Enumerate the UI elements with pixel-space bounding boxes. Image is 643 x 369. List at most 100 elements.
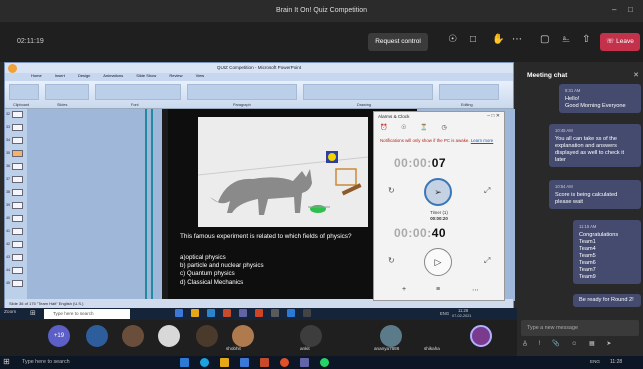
app-icon[interactable] <box>180 358 189 367</box>
chat-compose-input[interactable]: Type a new message <box>521 320 639 336</box>
format-icon[interactable]: A̲ <box>523 341 527 347</box>
message-line: Team4 <box>579 246 596 252</box>
paragraph-tools[interactable] <box>187 84 297 100</box>
app-icon[interactable] <box>280 358 289 367</box>
participant-avatar[interactable] <box>232 325 254 347</box>
app-icon[interactable] <box>300 358 309 367</box>
tab-design[interactable]: Design <box>78 73 90 78</box>
share-screen-icon[interactable]: ⇧ <box>582 34 590 45</box>
participant-avatar[interactable] <box>122 325 144 347</box>
participant-avatar[interactable] <box>196 325 218 347</box>
participants-icon[interactable]: ☉ <box>448 34 457 45</box>
play-button[interactable]: ▷ <box>424 248 452 276</box>
attach-icon[interactable]: 📎 <box>552 341 559 347</box>
slide-thumbnail[interactable] <box>12 202 23 209</box>
request-control-button[interactable]: Request control <box>368 33 428 51</box>
send-icon[interactable]: ➤ <box>606 341 611 347</box>
thumb-number: 36 <box>6 164 10 168</box>
tab-insert[interactable]: Insert <box>55 73 65 78</box>
option-d: d) Classical Mechanics <box>180 278 244 286</box>
app-icon[interactable] <box>220 358 229 367</box>
slide-thumbnail-selected[interactable] <box>12 150 23 157</box>
learn-more-link[interactable]: Learn more <box>471 138 493 143</box>
participant-avatar[interactable] <box>86 325 108 347</box>
windows-taskbar: ⊞ Type here to search ENG 11:28 <box>0 356 643 369</box>
slide-thumbnail[interactable] <box>12 267 23 274</box>
leave-button[interactable]: ☏ Leave <box>600 33 640 51</box>
drawing-tools[interactable] <box>303 84 433 100</box>
slide-thumbnail[interactable] <box>12 254 23 261</box>
slide-thumbnail[interactable] <box>12 241 23 248</box>
app-icon <box>303 309 311 317</box>
clipboard-tools[interactable] <box>9 84 39 100</box>
slides-tools[interactable] <box>45 84 89 100</box>
participant-avatar-speaking[interactable] <box>470 325 492 347</box>
expand-icon[interactable]: ⤢ <box>484 256 490 266</box>
tab-view[interactable]: View <box>196 73 205 78</box>
maximize-button[interactable]: □ <box>628 5 633 14</box>
chat-message: Be ready for Round 2! <box>573 294 641 307</box>
chat-icon[interactable]: □ <box>470 34 476 45</box>
app-icon[interactable] <box>260 358 269 367</box>
compose-toolbar: A̲ ! 📎 ☺ ▦ ➤ <box>523 340 621 347</box>
meeting-chat-panel: Meeting chat ✕ 8:31 AM Hello! Good Morni… <box>517 62 643 356</box>
participant-avatar[interactable] <box>300 325 322 347</box>
presenter-search-text: Type here to search <box>53 311 94 316</box>
participant-avatar[interactable] <box>380 325 402 347</box>
participant-avatar[interactable] <box>158 325 180 347</box>
priority-icon[interactable]: ! <box>539 341 541 347</box>
slide-thumbnail[interactable] <box>12 176 23 183</box>
list-icon[interactable]: ≡ <box>436 286 440 293</box>
close-icon[interactable]: ✕ <box>633 71 639 79</box>
tab-home[interactable]: Home <box>31 73 42 78</box>
chat-header: Meeting chat <box>527 72 568 79</box>
expand-icon[interactable]: ⤢ <box>484 186 490 196</box>
mic-off-icon[interactable]: ⎁ <box>562 34 570 45</box>
minimize-button[interactable]: – <box>612 5 616 14</box>
window-title-bar: Brain It On! Quiz Competition – □ <box>0 0 643 22</box>
windows-start-icon[interactable]: ⊞ <box>3 357 10 366</box>
app-icon[interactable] <box>200 358 209 367</box>
timer-icon[interactable]: ⏳ <box>420 125 427 131</box>
slide-thumbnail[interactable] <box>12 124 23 131</box>
tab-animations[interactable]: Animations <box>103 73 123 78</box>
slide-thumbnail[interactable] <box>12 137 23 144</box>
app-icon <box>287 309 295 317</box>
world-clock-icon[interactable]: ☉ <box>401 125 406 131</box>
slide-thumbnail[interactable] <box>12 228 23 235</box>
gif-icon[interactable]: ▦ <box>589 341 595 347</box>
slide-thumbnail[interactable] <box>12 189 23 196</box>
font-tools[interactable] <box>95 84 181 100</box>
office-button-icon[interactable] <box>8 64 17 73</box>
alarm-icon[interactable]: ⏰ <box>380 125 387 131</box>
more-actions-icon[interactable]: ⋯ <box>512 34 522 45</box>
thumb-number: 38 <box>6 190 10 194</box>
app-icon[interactable] <box>240 358 249 367</box>
slide-thumbnail[interactable] <box>12 111 23 118</box>
clock-window-controls[interactable]: – □ ✕ <box>487 113 500 119</box>
taskbar-search-box[interactable]: Type here to search <box>12 357 132 368</box>
reset-icon[interactable]: ↻ <box>388 256 395 265</box>
meeting-toolbar: 02:11:19 Request control ☉ □ ✋ ⋯ ▢ ⎁ ⇧ ☏… <box>0 22 643 62</box>
app-icon[interactable] <box>320 358 329 367</box>
emoji-icon[interactable]: ☺ <box>571 341 577 347</box>
add-timer-icon[interactable]: + <box>402 286 406 293</box>
participant-name: ananya7686 <box>374 346 400 351</box>
option-c: c) Quantum physics <box>180 270 235 278</box>
raise-hand-icon[interactable]: ✋ <box>492 34 504 45</box>
clock-tabs: ⏰ ☉ ⏳ ◷ <box>380 124 459 131</box>
reset-icon[interactable]: ↻ <box>388 186 395 195</box>
message-line: Hello! <box>565 96 580 102</box>
more-participants-badge[interactable]: +19 <box>48 325 70 347</box>
tab-review[interactable]: Review <box>169 73 182 78</box>
group-slides: Slides <box>57 103 68 107</box>
pause-button[interactable]: ➢ <box>424 178 452 206</box>
stopwatch-icon[interactable]: ◷ <box>441 125 446 131</box>
slide-thumbnail[interactable] <box>12 280 23 287</box>
editing-tools[interactable] <box>439 84 499 100</box>
slide-thumbnail[interactable] <box>12 215 23 222</box>
more-icon[interactable]: ⋯ <box>472 286 479 294</box>
camera-off-icon[interactable]: ▢ <box>540 34 549 45</box>
tab-slide-show[interactable]: Slide Show <box>136 73 156 78</box>
slide-thumbnail[interactable] <box>12 163 23 170</box>
